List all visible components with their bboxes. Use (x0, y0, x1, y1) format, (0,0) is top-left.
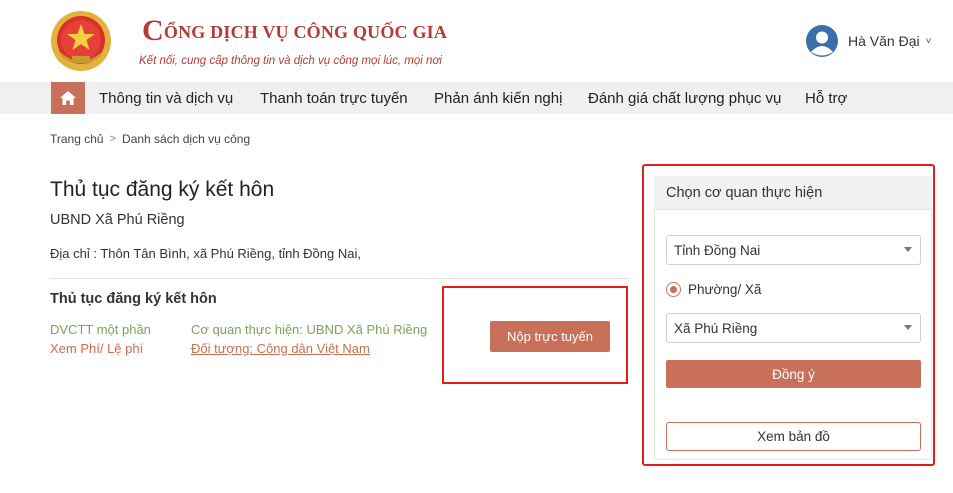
site-title[interactable]: CỔNG DỊCH VỤ CÔNG QUỐC GIA (142, 12, 448, 47)
nav-item-service-rating[interactable]: Đánh giá chất lượng phục vụ (588, 90, 781, 107)
home-icon (60, 91, 76, 105)
breadcrumb: Trang chủ > Danh sách dịch vụ công (50, 132, 250, 146)
national-emblem-icon[interactable] (50, 10, 112, 72)
nav-item-online-payment[interactable]: Thanh toán trực tuyến (260, 90, 408, 107)
breadcrumb-home-link[interactable]: Trang chủ (50, 132, 104, 146)
agency-name: UBND Xã Phú Riềng (50, 212, 185, 228)
nav-home-button[interactable] (51, 82, 85, 114)
page-title: Thủ tục đăng ký kết hôn (50, 178, 275, 201)
procedure-item-title[interactable]: Thủ tục đăng ký kết hôn (50, 291, 217, 307)
executing-agency: Cơ quan thực hiện: UBND Xã Phú Riềng (191, 322, 428, 337)
main-nav: Thông tin và dịch vụ Thanh toán trực tuy… (0, 82, 953, 114)
chevron-down-icon: ˅ (925, 35, 932, 47)
breadcrumb-current: Danh sách dịch vụ công (122, 132, 251, 146)
user-menu[interactable]: Hà Văn Đại ˅ (806, 25, 931, 57)
section-divider (50, 278, 630, 279)
breadcrumb-separator: > (109, 133, 117, 145)
site-title-initial: C (142, 14, 164, 47)
nav-item-info-services[interactable]: Thông tin và dịch vụ (99, 90, 233, 107)
site-title-rest: ỔNG DỊCH VỤ CÔNG QUỐC GIA (163, 22, 448, 42)
nav-item-feedback[interactable]: Phản ánh kiến nghị (434, 90, 562, 107)
user-avatar-icon (806, 25, 838, 57)
user-name: Hà Văn Đại (848, 33, 920, 49)
nav-item-support[interactable]: Hỗ trợ (805, 90, 847, 107)
subject-link[interactable]: Đối tượng: Công dân Việt Nam (191, 341, 370, 356)
highlight-box-panel (642, 164, 935, 466)
service-level: DVCTT một phần (50, 322, 151, 337)
site-slogan: Kết nối, cung cấp thông tin và dịch vụ c… (139, 55, 442, 67)
agency-address: Địa chỉ : Thôn Tân Bình, xã Phú Riềng, t… (50, 246, 361, 261)
submit-online-button[interactable]: Nộp trực tuyến (490, 321, 610, 352)
view-fee-link[interactable]: Xem Phí/ Lệ phí (50, 341, 143, 356)
site-header: CỔNG DỊCH VỤ CÔNG QUỐC GIA Kết nối, cung… (0, 0, 953, 82)
